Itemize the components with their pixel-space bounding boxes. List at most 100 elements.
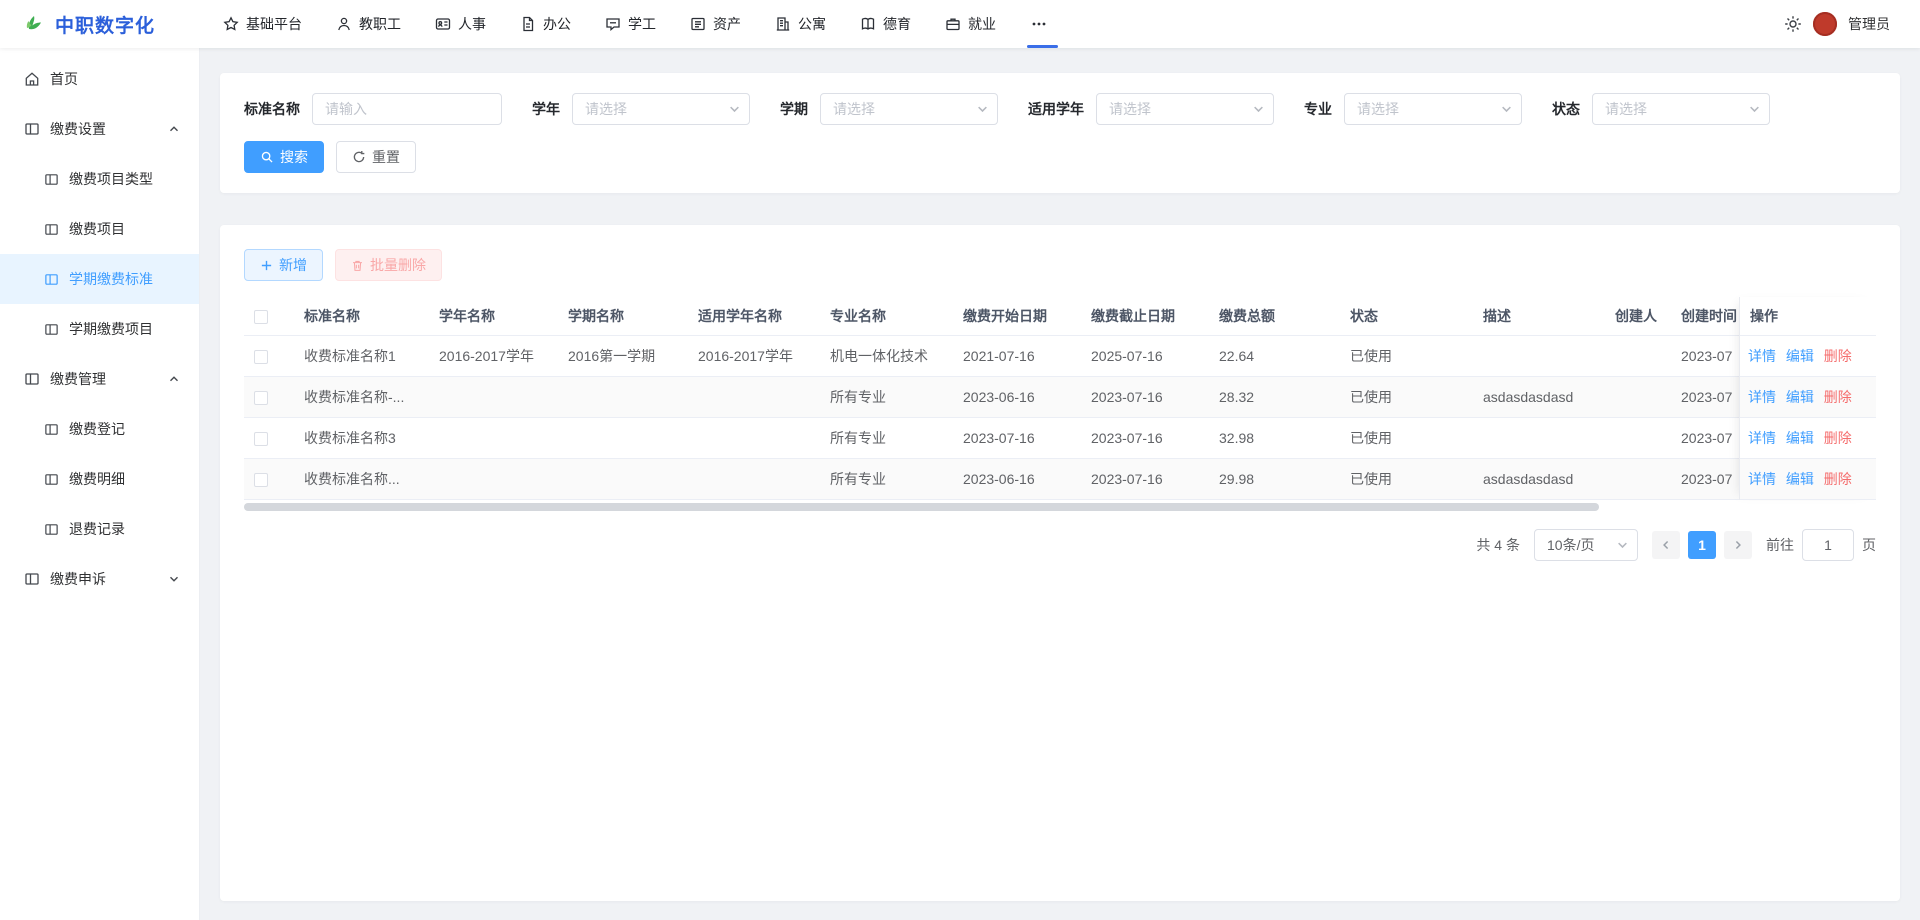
cell-total-amount: 28.32 bbox=[1209, 376, 1340, 417]
settings-gear-icon[interactable] bbox=[1784, 15, 1802, 33]
panel-icon bbox=[44, 522, 59, 537]
edit-link[interactable]: 编辑 bbox=[1786, 348, 1814, 364]
actions-row: 详情 编辑 删除 bbox=[1740, 417, 1876, 458]
table-row: 收费标准名称... 所有专业 2023-06-16 2023-07-16 29.… bbox=[244, 458, 1876, 499]
cell-apply-year-name bbox=[688, 458, 820, 499]
search-button[interactable]: 搜索 bbox=[244, 141, 324, 173]
cell-term-name bbox=[558, 458, 688, 499]
filter-standard-name: 标准名称 bbox=[244, 93, 502, 125]
detail-link[interactable]: 详情 bbox=[1748, 471, 1776, 487]
sidebar-group-payment-management[interactable]: 缴费管理 bbox=[0, 354, 199, 404]
sidebar-item-home[interactable]: 首页 bbox=[0, 54, 199, 104]
apartment-icon bbox=[775, 16, 791, 32]
sidebar-item-payment-item[interactable]: 缴费项目 bbox=[0, 204, 199, 254]
sidebar-item-payment-detail[interactable]: 缴费明细 bbox=[0, 454, 199, 504]
row-checkbox[interactable] bbox=[254, 350, 268, 364]
detail-link[interactable]: 详情 bbox=[1748, 430, 1776, 446]
sidebar-group-payment-settings[interactable]: 缴费设置 bbox=[0, 104, 199, 154]
status-select[interactable] bbox=[1592, 93, 1770, 125]
topnav-item-apartment[interactable]: 公寓 bbox=[758, 0, 843, 48]
actions-row: 详情 编辑 删除 bbox=[1740, 335, 1876, 376]
prev-page-button[interactable] bbox=[1652, 531, 1680, 559]
major-select[interactable] bbox=[1344, 93, 1522, 125]
cell-description: asdasdasdasd bbox=[1473, 376, 1605, 417]
goto-page-input[interactable] bbox=[1802, 529, 1854, 561]
chevron-up-icon bbox=[169, 374, 179, 384]
topnav-item-student[interactable]: 学工 bbox=[588, 0, 673, 48]
asset-icon bbox=[690, 16, 706, 32]
edit-link[interactable]: 编辑 bbox=[1786, 389, 1814, 405]
delete-link[interactable]: 删除 bbox=[1824, 348, 1852, 364]
office-icon bbox=[520, 16, 536, 32]
sidebar-item-term-payment-standard[interactable]: 学期缴费标准 bbox=[0, 254, 199, 304]
topnav-item-hr[interactable]: 人事 bbox=[418, 0, 503, 48]
employment-icon bbox=[945, 16, 961, 32]
cell-year-name bbox=[429, 417, 558, 458]
next-page-button[interactable] bbox=[1724, 531, 1752, 559]
header-major-name: 专业名称 bbox=[820, 297, 953, 335]
user-name[interactable]: 管理员 bbox=[1848, 14, 1890, 34]
apply-year-select[interactable] bbox=[1096, 93, 1274, 125]
row-checkbox[interactable] bbox=[254, 432, 268, 446]
header-creator: 创建人 bbox=[1605, 297, 1671, 335]
header-apply-year-name: 适用学年名称 bbox=[688, 297, 820, 335]
page-size-select[interactable]: 10条/页 bbox=[1534, 529, 1638, 561]
cell-start-date: 2023-07-16 bbox=[953, 417, 1081, 458]
total-count: 共 4 条 bbox=[1476, 535, 1520, 555]
delete-link[interactable]: 删除 bbox=[1824, 471, 1852, 487]
topnav-item-employment[interactable]: 就业 bbox=[928, 0, 1013, 48]
batch-delete-button[interactable]: 批量删除 bbox=[335, 249, 442, 281]
cell-total-amount: 32.98 bbox=[1209, 417, 1340, 458]
topnav-item-platform[interactable]: 基础平台 bbox=[206, 0, 319, 48]
school-year-select[interactable] bbox=[572, 93, 750, 125]
filter-term: 学期 bbox=[780, 93, 998, 125]
cell-term-name bbox=[558, 417, 688, 458]
topnav-item-more[interactable] bbox=[1013, 0, 1072, 48]
standard-name-input[interactable] bbox=[312, 93, 502, 125]
trash-icon bbox=[351, 259, 364, 272]
edit-link[interactable]: 编辑 bbox=[1786, 471, 1814, 487]
cell-start-date: 2023-06-16 bbox=[953, 376, 1081, 417]
topnav-item-staff[interactable]: 教职工 bbox=[319, 0, 418, 48]
sidebar-item-payment-item-type[interactable]: 缴费项目类型 bbox=[0, 154, 199, 204]
detail-link[interactable]: 详情 bbox=[1748, 348, 1776, 364]
cell-total-amount: 29.98 bbox=[1209, 458, 1340, 499]
cell-description bbox=[1473, 335, 1605, 376]
detail-link[interactable]: 详情 bbox=[1748, 389, 1776, 405]
header-year-name: 学年名称 bbox=[429, 297, 558, 335]
home-icon bbox=[24, 71, 40, 87]
sidebar-group-payment-appeal[interactable]: 缴费申诉 bbox=[0, 554, 199, 604]
sidebar-item-refund-record[interactable]: 退费记录 bbox=[0, 504, 199, 554]
filter-school-year: 学年 bbox=[532, 93, 750, 125]
add-button[interactable]: 新增 bbox=[244, 249, 323, 281]
delete-link[interactable]: 删除 bbox=[1824, 430, 1852, 446]
topnav-item-asset[interactable]: 资产 bbox=[673, 0, 758, 48]
topnav-item-moral[interactable]: 德育 bbox=[843, 0, 928, 48]
sidebar-item-payment-register[interactable]: 缴费登记 bbox=[0, 404, 199, 454]
term-select[interactable] bbox=[820, 93, 998, 125]
cell-standard-name: 收费标准名称-... bbox=[294, 376, 429, 417]
row-checkbox-cell bbox=[244, 376, 294, 417]
cell-creator bbox=[1605, 376, 1671, 417]
header-status: 状态 bbox=[1340, 297, 1473, 335]
top-navigation: 基础平台 教职工 人事 办公 学工 资产 公寓 德育 bbox=[206, 0, 1072, 48]
user-avatar[interactable] bbox=[1813, 12, 1837, 36]
topnav-item-office[interactable]: 办公 bbox=[503, 0, 588, 48]
sidebar-item-term-payment-item[interactable]: 学期缴费项目 bbox=[0, 304, 199, 354]
delete-link[interactable]: 删除 bbox=[1824, 389, 1852, 405]
app-logo: 中职数字化 bbox=[0, 11, 200, 38]
row-checkbox[interactable] bbox=[254, 391, 268, 405]
select-all-checkbox[interactable] bbox=[254, 310, 268, 324]
panel-icon bbox=[24, 371, 40, 387]
row-checkbox[interactable] bbox=[254, 473, 268, 487]
app-title: 中职数字化 bbox=[55, 11, 155, 38]
reset-button[interactable]: 重置 bbox=[336, 141, 416, 173]
horizontal-scrollbar-thumb[interactable] bbox=[244, 503, 1599, 511]
panel-icon bbox=[24, 571, 40, 587]
filter-panel: 标准名称 学年 学期 适用学年 bbox=[220, 73, 1900, 193]
row-checkbox-cell bbox=[244, 458, 294, 499]
current-page-button[interactable]: 1 bbox=[1688, 531, 1716, 559]
data-table: 标准名称 学年名称 学期名称 适用学年名称 专业名称 缴费开始日期 缴费截止日期… bbox=[244, 297, 1876, 500]
edit-link[interactable]: 编辑 bbox=[1786, 430, 1814, 446]
moral-icon bbox=[860, 16, 876, 32]
